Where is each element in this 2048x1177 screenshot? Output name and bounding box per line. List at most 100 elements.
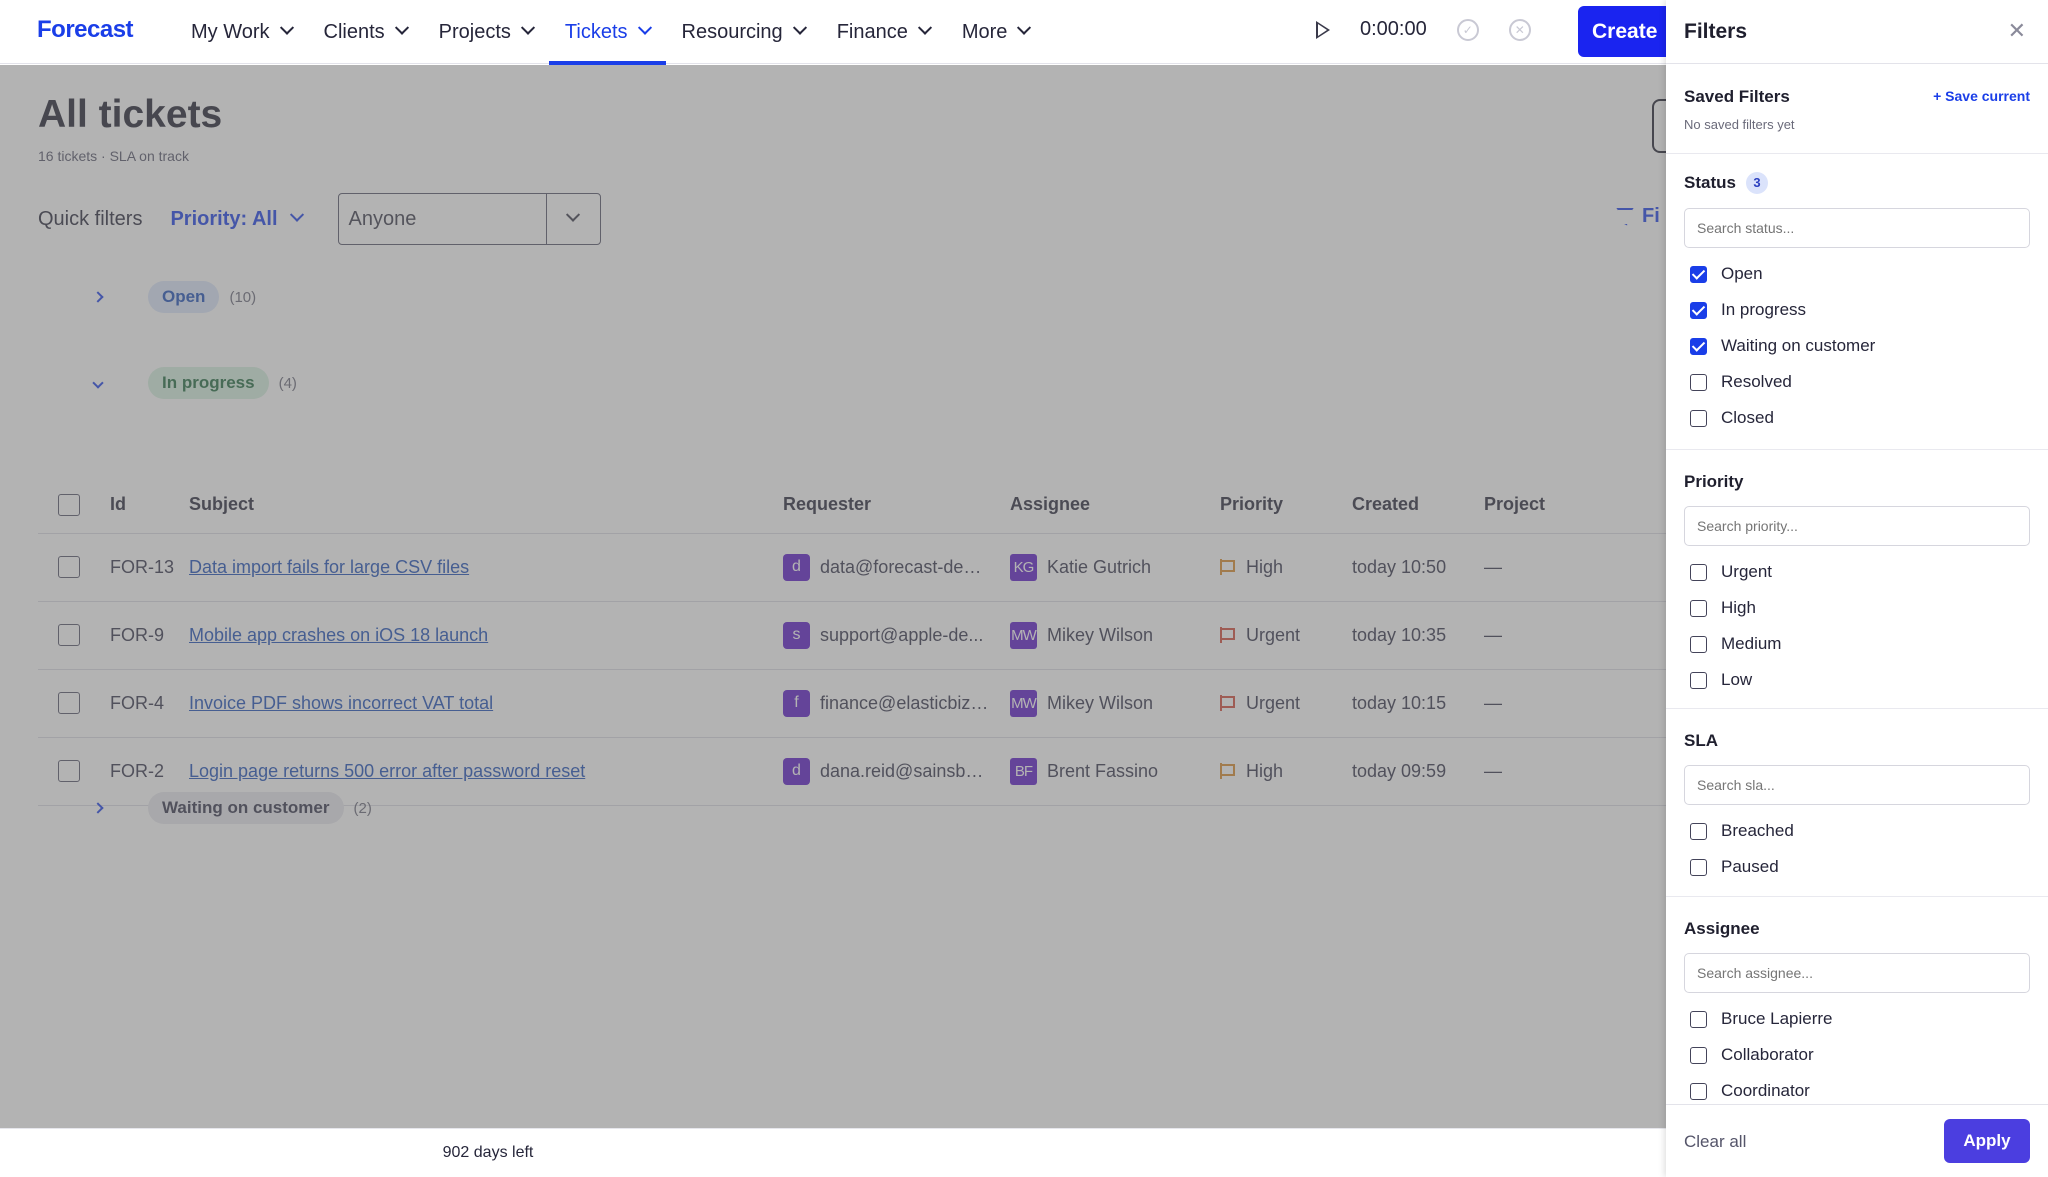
checkbox[interactable] (1690, 563, 1707, 581)
priority-option-urgent[interactable]: Urgent (1684, 554, 2030, 590)
avatar: MW (1010, 621, 1037, 649)
checkbox-checked[interactable] (1690, 301, 1707, 319)
checkbox[interactable] (1690, 671, 1707, 689)
tickets-table: Id Subject Requester Assignee Priority C… (38, 477, 1668, 806)
status-option-in-progress[interactable]: In progress (1684, 292, 2030, 328)
checkbox[interactable] (1690, 373, 1707, 391)
sla-option-paused[interactable]: Paused (1684, 849, 2030, 885)
status-filter-title: Status 3 (1684, 172, 2030, 194)
ticket-subject-link[interactable]: Login page returns 500 error after passw… (189, 761, 585, 781)
filters-button[interactable]: Fi (1616, 205, 1660, 228)
status-filter-section: Status 3 Open In progress Waiting on cust… (1666, 154, 2048, 450)
check-circle-icon[interactable]: ✓ (1456, 18, 1479, 41)
priority-search-input[interactable] (1684, 506, 2030, 546)
chevron-down-icon (279, 20, 294, 35)
nav-tickets[interactable]: Tickets (548, 0, 666, 65)
expand-chevron-icon[interactable] (78, 802, 118, 814)
priority-filter-dropdown[interactable]: Priority: All (170, 207, 304, 231)
nav-projects[interactable]: Projects (423, 0, 549, 64)
filters-button-label: Fi (1642, 205, 1660, 227)
table-row[interactable]: FOR-13 Data import fails for large CSV f… (38, 533, 1668, 602)
col-subject[interactable]: Subject (189, 477, 783, 534)
apply-button[interactable]: Apply (1944, 1119, 2030, 1163)
row-checkbox[interactable] (58, 760, 80, 783)
sla-search-input[interactable] (1684, 765, 2030, 805)
checkbox[interactable] (1690, 1010, 1707, 1028)
requester-cell: d dana.reid@sainsbur... (783, 757, 1010, 785)
priority-option-low[interactable]: Low (1684, 662, 2030, 698)
col-requester[interactable]: Requester (783, 477, 1010, 534)
group-in-progress-header[interactable]: In progress (4) (0, 367, 297, 399)
expand-chevron-icon[interactable] (78, 291, 118, 303)
assignee-search-input[interactable] (1684, 953, 2030, 993)
assignee-name: Mikey Wilson (1047, 692, 1154, 713)
row-checkbox[interactable] (58, 624, 80, 647)
chevron-down-icon (637, 20, 652, 35)
checkbox[interactable] (1690, 409, 1707, 427)
save-current-link[interactable]: + Save current (1933, 88, 2030, 104)
row-checkbox[interactable] (58, 692, 80, 715)
group-open-header[interactable]: Open (10) (0, 281, 256, 313)
col-assignee[interactable]: Assignee (1010, 477, 1220, 534)
close-icon[interactable]: ✕ (2008, 18, 2026, 44)
col-project[interactable]: Project (1484, 477, 1668, 534)
nav-resourcing[interactable]: Resourcing (666, 0, 821, 64)
status-option-closed[interactable]: Closed (1684, 400, 2030, 436)
forecast-logo[interactable]: Forecast (37, 16, 134, 44)
checkbox[interactable] (1690, 822, 1707, 840)
ticket-subject-link[interactable]: Mobile app crashes on iOS 18 launch (189, 625, 488, 645)
assignee-option-collaborator[interactable]: Collaborator (1684, 1037, 2030, 1073)
priority-filter-label: Priority: All (170, 207, 278, 230)
collapse-chevron-icon[interactable] (78, 377, 118, 389)
row-checkbox[interactable] (58, 556, 80, 579)
table-row[interactable]: FOR-4 Invoice PDF shows incorrect VAT to… (38, 669, 1668, 738)
checkbox[interactable] (1690, 1046, 1707, 1064)
assignee-option-bruce-lapierre[interactable]: Bruce Lapierre (1684, 1001, 2030, 1037)
nav-clients[interactable]: Clients (308, 0, 423, 64)
status-option-open[interactable]: Open (1684, 256, 2030, 292)
status-search-input[interactable] (1684, 208, 2030, 248)
ticket-subject-link[interactable]: Invoice PDF shows incorrect VAT total (189, 693, 493, 713)
assignee-cell: KG Katie Gutrich (1010, 553, 1220, 581)
sla-option-breached[interactable]: Breached (1684, 813, 2030, 849)
priority-option-high[interactable]: High (1684, 590, 2030, 626)
clear-all-link[interactable]: Clear all (1684, 1132, 1746, 1152)
chevron-down-icon (565, 207, 581, 222)
checkbox-checked[interactable] (1690, 265, 1707, 283)
trial-days-left: 902 days left (442, 1144, 534, 1161)
chevron-down-icon (1017, 20, 1032, 35)
nav-label: Resourcing (681, 20, 783, 43)
table-row[interactable]: FOR-9 Mobile app crashes on iOS 18 launc… (38, 601, 1668, 670)
col-id[interactable]: Id (110, 477, 189, 534)
filters-panel-title: Filters (1684, 19, 1748, 43)
ticket-subject-link[interactable]: Data import fails for large CSV files (189, 557, 469, 577)
group-waiting-header[interactable]: Waiting on customer (2) (0, 792, 372, 824)
checkbox-checked[interactable] (1690, 337, 1707, 355)
assignee-cell: MW Mikey Wilson (1010, 689, 1220, 717)
priority-cell: High (1220, 557, 1352, 578)
cancel-circle-icon[interactable]: ✕ (1508, 18, 1531, 41)
avatar: MW (1010, 689, 1037, 717)
nav-finance[interactable]: Finance (821, 0, 946, 64)
checkbox[interactable] (1690, 635, 1707, 653)
requester-email: finance@elasticbiz-... (820, 692, 990, 713)
status-option-resolved[interactable]: Resolved (1684, 364, 2030, 400)
priority-filter-section: Priority Urgent High Medium Low (1666, 450, 2048, 709)
checkbox[interactable] (1690, 858, 1707, 876)
select-all-checkbox[interactable] (58, 493, 80, 516)
assignee-select-toggle[interactable] (547, 194, 600, 244)
nav-more[interactable]: More (946, 0, 1046, 64)
status-option-waiting[interactable]: Waiting on customer (1684, 328, 2030, 364)
priority-option-medium[interactable]: Medium (1684, 626, 2030, 662)
priority-cell: Urgent (1220, 625, 1352, 646)
checkbox[interactable] (1690, 599, 1707, 617)
ticket-id: FOR-13 (110, 533, 189, 602)
nav-my-work[interactable]: My Work (175, 0, 308, 64)
col-priority[interactable]: Priority (1220, 477, 1352, 534)
play-icon[interactable] (1316, 20, 1330, 39)
group-count: (4) (278, 374, 297, 392)
checkbox[interactable] (1690, 1082, 1707, 1100)
assignee-option-coordinator[interactable]: Coordinator (1684, 1073, 2030, 1105)
assignee-select[interactable]: Anyone (337, 193, 601, 245)
col-created[interactable]: Created (1352, 477, 1484, 534)
